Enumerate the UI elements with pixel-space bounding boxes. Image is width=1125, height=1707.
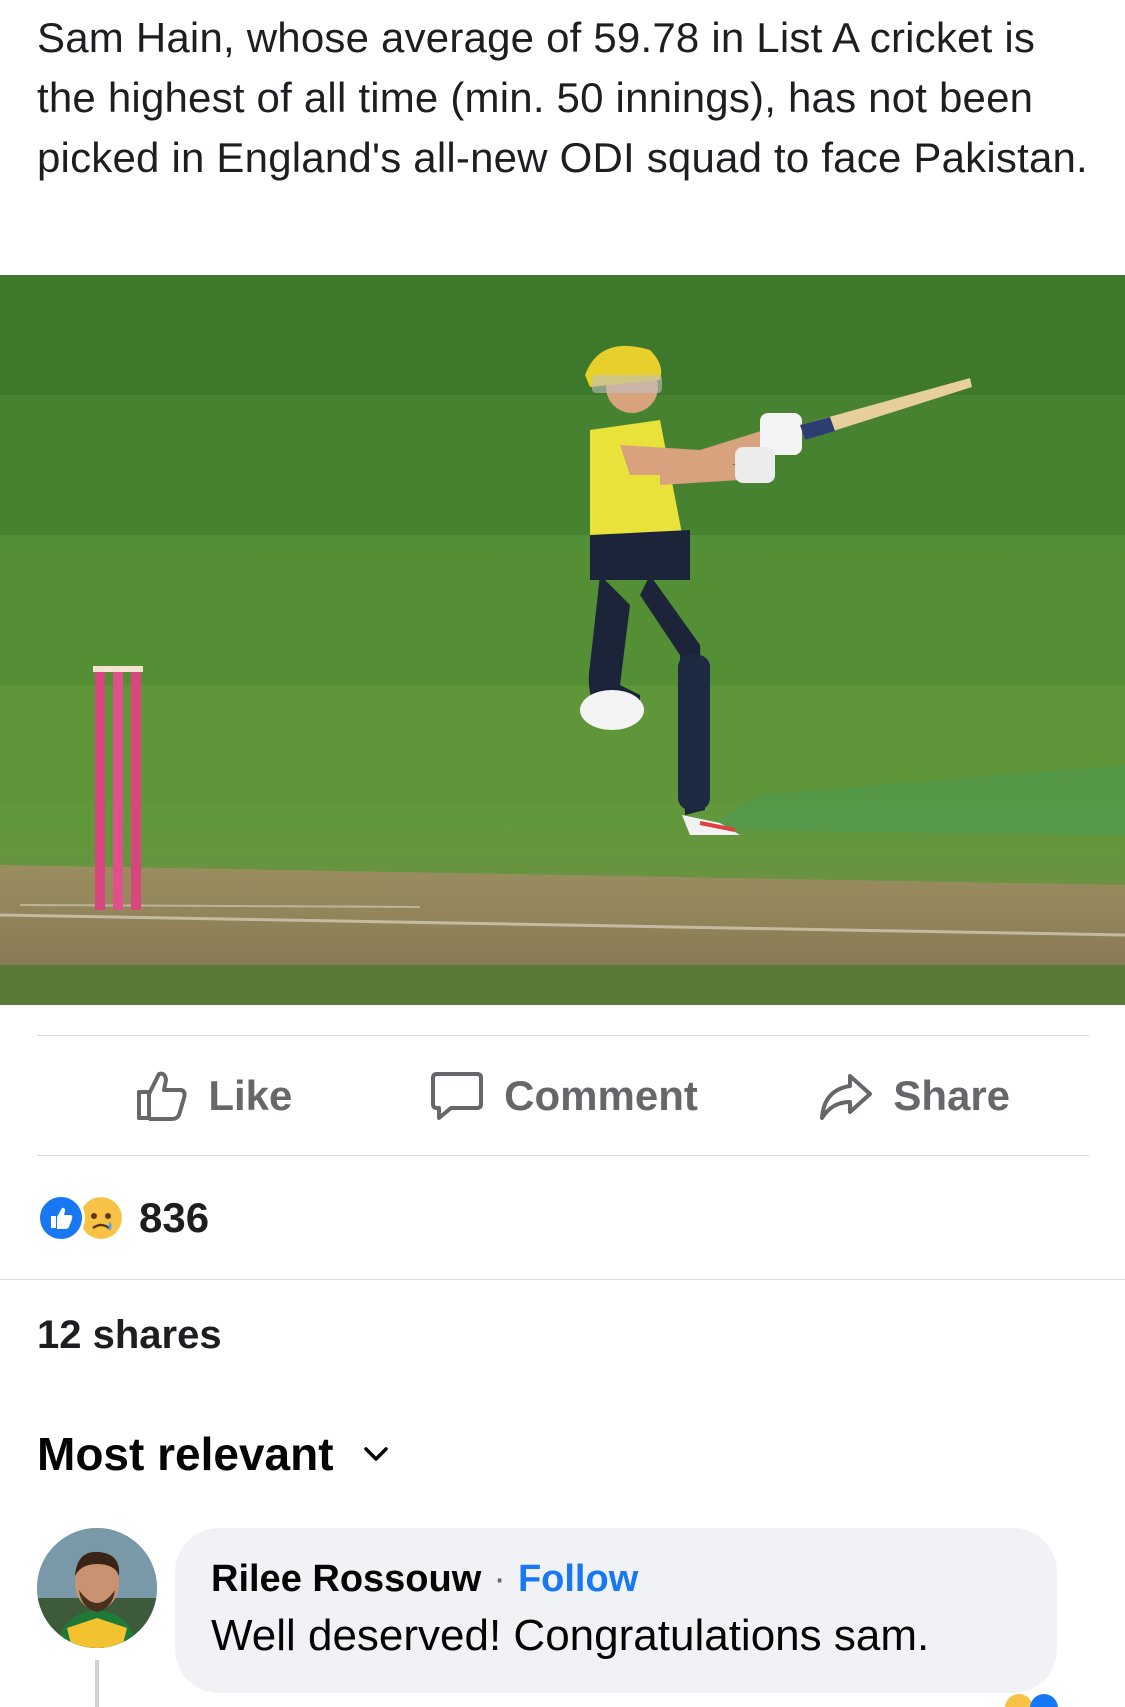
- share-arrow-icon: [817, 1067, 875, 1125]
- avatar[interactable]: [37, 1528, 157, 1648]
- post-photo-cricket-batsman[interactable]: [0, 275, 1125, 1005]
- reply-thread-line: [95, 1660, 99, 1707]
- share-label: Share: [893, 1071, 1011, 1119]
- comment-author[interactable]: Rilee Rossouw: [211, 1558, 481, 1601]
- post-caption: Sam Hain, whose average of 59.78 in List…: [37, 14, 1088, 181]
- like-button[interactable]: Like: [37, 1067, 388, 1125]
- separator-dot: ·: [493, 1558, 506, 1600]
- like-reaction-icon: [37, 1194, 85, 1242]
- shares-count[interactable]: 12 shares: [37, 1313, 222, 1358]
- reaction-count: 836: [139, 1194, 210, 1241]
- comment-sort-dropdown[interactable]: Most relevant: [37, 1427, 392, 1481]
- comment-like-reaction-icon: [1030, 1694, 1058, 1707]
- comment-text: Well deserved! Congratulations sam.: [211, 1611, 930, 1660]
- follow-button[interactable]: Follow: [518, 1558, 638, 1601]
- comment-header: Rilee Rossouw · Follow: [211, 1558, 1021, 1601]
- sort-label: Most relevant: [37, 1428, 334, 1480]
- share-button[interactable]: Share: [738, 1067, 1089, 1125]
- comment-reaction-icon: [1005, 1694, 1033, 1707]
- comment-button[interactable]: Comment: [388, 1067, 739, 1125]
- reactions-divider: [0, 1279, 1125, 1280]
- like-label: Like: [208, 1071, 293, 1119]
- thumbs-up-icon: [132, 1067, 190, 1125]
- comment-bubble-icon: [428, 1067, 486, 1125]
- actions-bottom-divider: [37, 1155, 1089, 1156]
- comment-bubble: Rilee Rossouw · Follow Well deserved! Co…: [175, 1528, 1057, 1693]
- reactions-summary[interactable]: 836: [37, 1190, 209, 1246]
- post-page: Sam Hain, whose average of 59.78 in List…: [0, 0, 1125, 1707]
- chevron-down-icon: [360, 1438, 392, 1470]
- post-actions-bar: Like Comment Share: [37, 1036, 1089, 1155]
- comment-label: Comment: [504, 1071, 698, 1119]
